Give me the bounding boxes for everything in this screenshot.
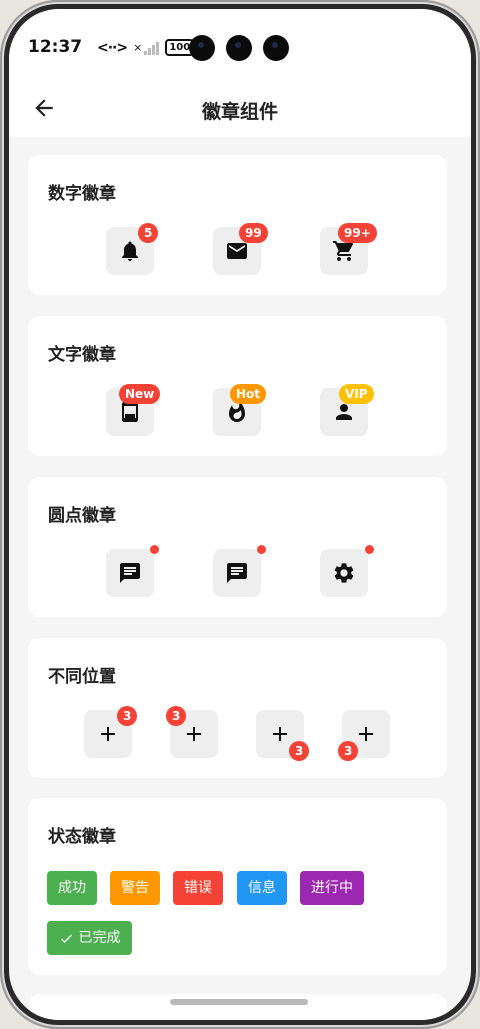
- section-title: 不同位置: [48, 667, 116, 687]
- number-badge-card: 数字徽章 5 99 99+: [28, 155, 447, 295]
- vip-badge: VIP: [339, 384, 374, 404]
- camera-lens-icon: [263, 35, 289, 61]
- completed-tag-label: 已完成: [78, 930, 121, 946]
- check-icon: [60, 933, 72, 943]
- bottom-right-badge: 3: [289, 741, 310, 761]
- section-title: 文字徽章: [48, 345, 116, 365]
- status-badge-card: 状态徽章 成功 警告 错误 信息 进行中 已完成: [28, 798, 447, 975]
- app-header: 徽章组件: [9, 85, 471, 137]
- dot-badge-card: 圆点徽章: [28, 477, 447, 617]
- section-title: 数字徽章: [48, 184, 116, 204]
- status-time: 12:37: [28, 37, 83, 57]
- message-item[interactable]: [213, 549, 261, 597]
- gear-icon: [334, 563, 354, 583]
- data-transfer-icon: <··>: [97, 39, 128, 56]
- bottom-left-badge: 3: [338, 741, 359, 761]
- plus-icon: [187, 727, 201, 741]
- message-item[interactable]: [106, 549, 154, 597]
- count-badge: 5: [138, 223, 159, 243]
- dot-badge: [365, 545, 374, 554]
- info-tag[interactable]: 信息: [237, 871, 287, 905]
- dot-badge: [257, 545, 266, 554]
- success-tag[interactable]: 成功: [47, 871, 97, 905]
- text-badge-card: 文字徽章 New Hot VIP: [28, 316, 447, 456]
- status-icons: <··> × 100: [97, 39, 195, 56]
- new-badge: New: [119, 384, 161, 404]
- chat-icon: [227, 563, 247, 583]
- count-badge: 99+: [338, 223, 377, 243]
- position-badge-card: 不同位置 3 3 3 3: [28, 638, 447, 778]
- dot-badge: [150, 545, 159, 554]
- in-progress-tag[interactable]: 进行中: [300, 871, 364, 905]
- top-right-badge: 3: [117, 706, 138, 726]
- camera-lens-icon: [226, 35, 252, 61]
- completed-tag[interactable]: 已完成: [47, 921, 132, 955]
- next-card: [28, 994, 447, 1020]
- chat-icon: [120, 563, 140, 583]
- status-bar: 12:37 <··> × 100: [9, 9, 471, 85]
- camera-lens-icon: [189, 35, 215, 61]
- hot-badge: Hot: [230, 384, 267, 404]
- plus-icon: [101, 727, 115, 741]
- warning-tag[interactable]: 警告: [110, 871, 160, 905]
- home-indicator[interactable]: [170, 999, 308, 1005]
- error-tag[interactable]: 错误: [173, 871, 223, 905]
- no-sim-icon: ×: [133, 41, 143, 54]
- phone-frame: 12:37 <··> × 100 徽章组件 数字徽章 5 99 99+ 文字徽章…: [0, 0, 480, 1029]
- settings-item[interactable]: [320, 549, 368, 597]
- section-title: 圆点徽章: [48, 506, 116, 526]
- section-title: 状态徽章: [48, 827, 116, 847]
- plus-icon: [273, 727, 287, 741]
- signal-icon: [144, 41, 160, 55]
- plus-icon: [359, 727, 373, 741]
- page-title: 徽章组件: [201, 101, 278, 123]
- app-screen: 12:37 <··> × 100 徽章组件 数字徽章 5 99 99+ 文字徽章…: [9, 9, 471, 1020]
- bell-icon: [122, 241, 138, 261]
- count-badge: 99: [239, 223, 268, 243]
